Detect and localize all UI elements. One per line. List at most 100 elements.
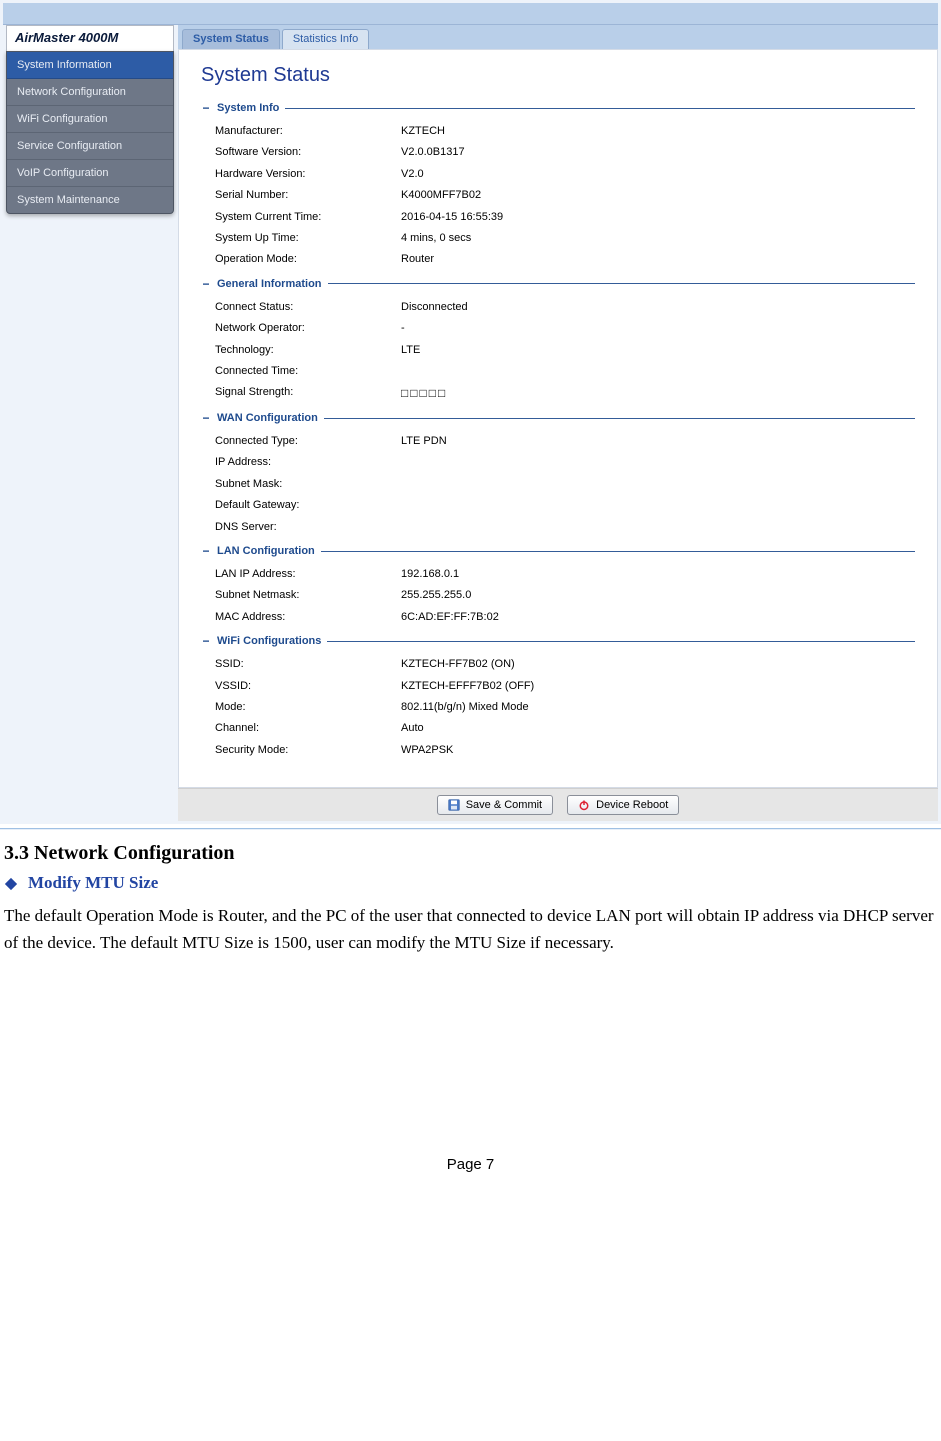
- section-rule: [285, 108, 915, 109]
- label: Serial Number:: [201, 188, 401, 203]
- collapse-icon[interactable]: −: [201, 277, 211, 291]
- document-divider: [0, 828, 941, 830]
- label: Software Version:: [201, 145, 401, 160]
- doc-subheading: Modify MTU Size: [28, 873, 158, 893]
- section-general-information: − General Information Connect Status:Dis…: [201, 277, 915, 405]
- section-rule: [328, 283, 915, 284]
- panel-system-status: System Status − System Info Manufacturer…: [178, 49, 938, 788]
- collapse-icon[interactable]: −: [201, 411, 211, 425]
- label: Channel:: [201, 721, 401, 736]
- section-rule: [321, 551, 915, 552]
- value: KZTECH: [401, 124, 915, 139]
- sidebar-item-system-maintenance[interactable]: System Maintenance: [7, 187, 173, 213]
- tab-statistics-info[interactable]: Statistics Info: [282, 29, 369, 49]
- page-number: Page 7: [4, 1156, 937, 1173]
- device-reboot-button[interactable]: Device Reboot: [567, 795, 679, 815]
- value: -: [401, 321, 915, 336]
- sidebar-item-network-configuration[interactable]: Network Configuration: [7, 79, 173, 106]
- value: KZTECH-EFFF7B02 (OFF): [401, 679, 915, 694]
- brand-title: AirMaster 4000M: [6, 25, 174, 51]
- section-wifi-configurations: − WiFi Configurations SSID:KZTECH-FF7B02…: [201, 634, 915, 761]
- label: MAC Address:: [201, 610, 401, 625]
- label: IP Address:: [201, 455, 401, 470]
- label: Network Operator:: [201, 321, 401, 336]
- main-content: System Status Statistics Info System Sta…: [178, 25, 938, 821]
- section-title: WiFi Configurations: [217, 635, 321, 647]
- label: VSSID:: [201, 679, 401, 694]
- sidebar-item-voip-configuration[interactable]: VoIP Configuration: [7, 160, 173, 187]
- section-title: LAN Configuration: [217, 545, 315, 557]
- page-title: System Status: [201, 64, 915, 87]
- device-reboot-label: Device Reboot: [596, 799, 668, 811]
- value: LTE: [401, 343, 915, 358]
- label: Security Mode:: [201, 743, 401, 758]
- value: [401, 477, 915, 492]
- value: 802.11(b/g/n) Mixed Mode: [401, 700, 915, 715]
- document-body: 3.3 Network Configuration Modify MTU Siz…: [0, 842, 941, 1233]
- value: Auto: [401, 721, 915, 736]
- sidebar-item-service-configuration[interactable]: Service Configuration: [7, 133, 173, 160]
- value: Disconnected: [401, 300, 915, 315]
- label: Operation Mode:: [201, 252, 401, 267]
- value: 192.168.0.1: [401, 567, 915, 582]
- doc-heading: 3.3 Network Configuration: [4, 842, 937, 865]
- label: Subnet Mask:: [201, 477, 401, 492]
- label: Default Gateway:: [201, 498, 401, 513]
- label: LAN IP Address:: [201, 567, 401, 582]
- save-commit-button[interactable]: Save & Commit: [437, 795, 553, 815]
- section-title: System Info: [217, 102, 279, 114]
- value: K4000MFF7B02: [401, 188, 915, 203]
- value: [401, 455, 915, 470]
- collapse-icon[interactable]: −: [201, 544, 211, 558]
- collapse-icon[interactable]: −: [201, 101, 211, 115]
- value: 6C:AD:EF:FF:7B:02: [401, 610, 915, 625]
- section-title: General Information: [217, 278, 322, 290]
- router-admin-screenshot: AirMaster 4000M System Information Netwo…: [0, 0, 941, 824]
- section-wan-configuration: − WAN Configuration Connected Type:LTE P…: [201, 411, 915, 538]
- value: KZTECH-FF7B02 (ON): [401, 657, 915, 672]
- label: SSID:: [201, 657, 401, 672]
- sidebar: AirMaster 4000M System Information Netwo…: [3, 25, 178, 214]
- value: [401, 364, 915, 379]
- sidebar-menu: System Information Network Configuration…: [6, 51, 174, 214]
- label: Subnet Netmask:: [201, 588, 401, 603]
- sidebar-item-system-information[interactable]: System Information: [7, 52, 173, 79]
- power-icon: [578, 799, 590, 811]
- section-rule: [324, 418, 915, 419]
- label: Signal Strength:: [201, 385, 401, 402]
- value: 255.255.255.0: [401, 588, 915, 603]
- value: Router: [401, 252, 915, 267]
- label: System Current Time:: [201, 210, 401, 225]
- label: Connected Time:: [201, 364, 401, 379]
- section-lan-configuration: − LAN Configuration LAN IP Address:192.1…: [201, 544, 915, 628]
- save-commit-label: Save & Commit: [466, 799, 542, 811]
- value: [401, 498, 915, 513]
- collapse-icon[interactable]: −: [201, 634, 211, 648]
- sidebar-item-wifi-configuration[interactable]: WiFi Configuration: [7, 106, 173, 133]
- value: V2.0.0B1317: [401, 145, 915, 160]
- label: Mode:: [201, 700, 401, 715]
- footer-toolbar: Save & Commit Device Reboot: [178, 788, 938, 821]
- label: Manufacturer:: [201, 124, 401, 139]
- label: Hardware Version:: [201, 167, 401, 182]
- app-header-bar: [3, 3, 938, 25]
- value: 2016-04-15 16:55:39: [401, 210, 915, 225]
- label: Technology:: [201, 343, 401, 358]
- value: V2.0: [401, 167, 915, 182]
- label: Connect Status:: [201, 300, 401, 315]
- value: [401, 520, 915, 535]
- label: System Up Time:: [201, 231, 401, 246]
- section-system-info: − System Info Manufacturer:KZTECH Softwa…: [201, 101, 915, 271]
- value: 4 mins, 0 secs: [401, 231, 915, 246]
- tab-system-status[interactable]: System Status: [182, 29, 280, 49]
- section-rule: [327, 641, 915, 642]
- doc-subheading-row: Modify MTU Size: [4, 873, 937, 893]
- signal-strength-icon: □□□□□: [401, 385, 915, 402]
- doc-paragraph: The default Operation Mode is Router, an…: [4, 903, 937, 956]
- label: DNS Server:: [201, 520, 401, 535]
- value: LTE PDN: [401, 434, 915, 449]
- label: Connected Type:: [201, 434, 401, 449]
- save-icon: [448, 799, 460, 811]
- tab-strip: System Status Statistics Info: [178, 25, 938, 49]
- value: WPA2PSK: [401, 743, 915, 758]
